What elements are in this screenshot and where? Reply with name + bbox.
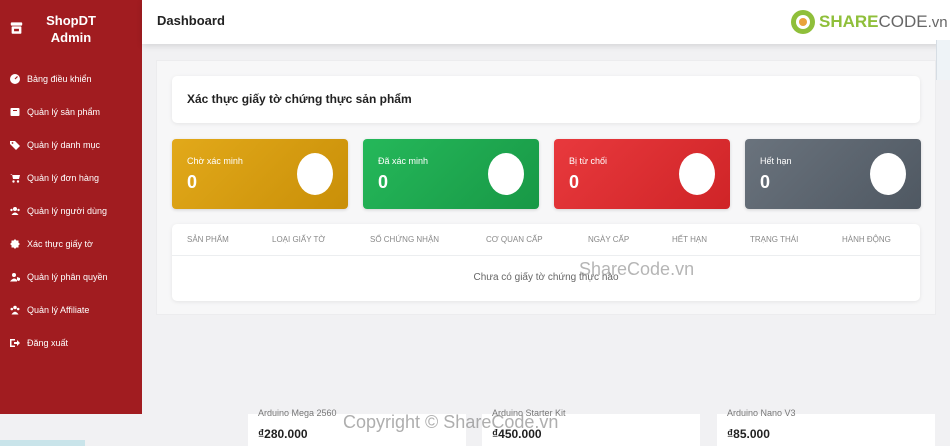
brand[interactable]: ShopDT Admin <box>0 0 142 60</box>
sidebar-item-label: Quản lý danh mục <box>27 139 101 150</box>
column-header-cert-number[interactable]: Số chứng nhận <box>370 235 439 244</box>
sidebar-item-label: Quản lý sản phẩm <box>27 106 101 117</box>
brand-title: ShopDT Admin <box>30 12 112 46</box>
stat-card-expired[interactable]: Hết hạn 0 <box>745 139 921 209</box>
product-price: ₫85.000 <box>727 427 770 441</box>
stat-circle-icon <box>679 153 715 195</box>
sharecode-logo: SHARECODE.vn <box>790 8 948 36</box>
watermark-center: ShareCode.vn <box>579 259 695 279</box>
watermark-bottom: Copyright © ShareCode.vn <box>343 412 559 432</box>
cart-icon <box>9 172 21 184</box>
sidebar-item-permissions[interactable]: Quản lý phân quyền <box>0 260 142 293</box>
sharecode-logo-icon <box>791 10 815 34</box>
stat-circle-icon <box>870 153 906 195</box>
page-title: Dashboard <box>157 13 225 28</box>
brand-line-2: Admin <box>50 30 92 45</box>
column-header-doc-type[interactable]: Loại giấy tờ <box>272 235 325 244</box>
stat-value: 0 <box>760 172 771 192</box>
sidebar-item-label: Quản lý Affiliate <box>27 304 90 315</box>
scroll-edge <box>936 40 950 80</box>
sidebar-item-label: Quản lý người dùng <box>27 205 107 216</box>
column-header-product[interactable]: Sản phẩm <box>187 235 229 244</box>
logo-part-domain: .vn <box>927 14 948 31</box>
product-price: ₫280.000 <box>258 427 308 441</box>
sidebar-item-products[interactable]: Quản lý sản phẩm <box>0 95 142 128</box>
section-header-card: Xác thực giấy tờ chứng thực sản phẩm <box>172 76 920 123</box>
column-header-actions[interactable]: Hành động <box>842 235 891 244</box>
sidebar-item-label: Xác thực giấy tờ <box>27 238 93 249</box>
badge-check-icon <box>9 238 21 250</box>
product-card[interactable]: Arduino Nano V3 ₫85.000 <box>717 408 935 446</box>
stat-value: 0 <box>378 172 389 192</box>
sidebar-item-label: Đăng xuất <box>27 337 69 348</box>
sidebar-item-logout[interactable]: Đăng xuất <box>0 326 142 359</box>
sidebar-item-users[interactable]: Quản lý người dùng <box>0 194 142 227</box>
sidebar-item-affiliate[interactable]: Quản lý Affiliate <box>0 293 142 326</box>
column-header-status[interactable]: Trạng thái <box>750 235 798 244</box>
section-title: Xác thực giấy tờ chứng thực sản phẩm <box>187 92 412 106</box>
stat-label: Bị từ chối <box>569 156 608 166</box>
users-icon <box>9 205 21 217</box>
tag-chip <box>0 440 85 446</box>
sidebar-item-label: Bảng điều khiển <box>27 73 92 84</box>
sidebar-nav: Bảng điều khiển Quản lý sản phẩm Quản lý… <box>0 62 142 359</box>
stat-circle-icon <box>297 153 333 195</box>
logo-part-code: CODE <box>878 12 928 31</box>
stat-label: Hết hạn <box>760 156 792 166</box>
stat-circle-icon <box>488 153 524 195</box>
top-header: Dashboard SHARECODE.vn <box>142 0 950 44</box>
sidebar-item-orders[interactable]: Quản lý đơn hàng <box>0 161 142 194</box>
stat-value: 0 <box>187 172 198 192</box>
sidebar-item-dashboard[interactable]: Bảng điều khiển <box>0 62 142 95</box>
logo-text: SHARECODE.vn <box>819 12 948 32</box>
stat-label: Đã xác minh <box>378 156 429 166</box>
stat-value: 0 <box>569 172 580 192</box>
gauge-icon <box>9 73 21 85</box>
column-header-issue-date[interactable]: Ngày cấp <box>588 235 629 244</box>
logo-part-share: SHARE <box>819 12 879 31</box>
tags-icon <box>9 139 21 151</box>
empty-state-message: Chưa có giấy tờ chứng thực nào <box>473 272 619 283</box>
stat-card-pending[interactable]: Chờ xác minh 0 <box>172 139 348 209</box>
product-name: Arduino Mega 2560 <box>258 408 337 418</box>
box-icon <box>9 106 21 118</box>
brand-line-1: ShopDT <box>46 13 96 28</box>
certificates-table: Sản phẩm Loại giấy tờ Số chứng nhận Cơ q… <box>172 224 920 301</box>
user-shield-icon <box>9 271 21 283</box>
product-name: Arduino Nano V3 <box>727 408 796 418</box>
stat-card-rejected[interactable]: Bị từ chối 0 <box>554 139 730 209</box>
stat-card-verified[interactable]: Đã xác minh 0 <box>363 139 539 209</box>
stat-label: Chờ xác minh <box>187 156 243 166</box>
network-icon <box>9 304 21 316</box>
column-header-issuer[interactable]: Cơ quan cấp <box>486 235 543 244</box>
sidebar-item-label: Quản lý đơn hàng <box>27 172 99 183</box>
store-icon <box>10 22 23 34</box>
sidebar-item-label: Quản lý phân quyền <box>27 271 108 282</box>
sidebar-item-categories[interactable]: Quản lý danh mục <box>0 128 142 161</box>
sidebar-item-verification[interactable]: Xác thực giấy tờ <box>0 227 142 260</box>
sidebar: ShopDT Admin Bảng điều khiển Quản lý sản… <box>0 0 142 414</box>
logout-icon <box>9 337 21 349</box>
table-header: Sản phẩm Loại giấy tờ Số chứng nhận Cơ q… <box>172 224 920 256</box>
column-header-expiry[interactable]: Hết hạn <box>672 235 707 244</box>
